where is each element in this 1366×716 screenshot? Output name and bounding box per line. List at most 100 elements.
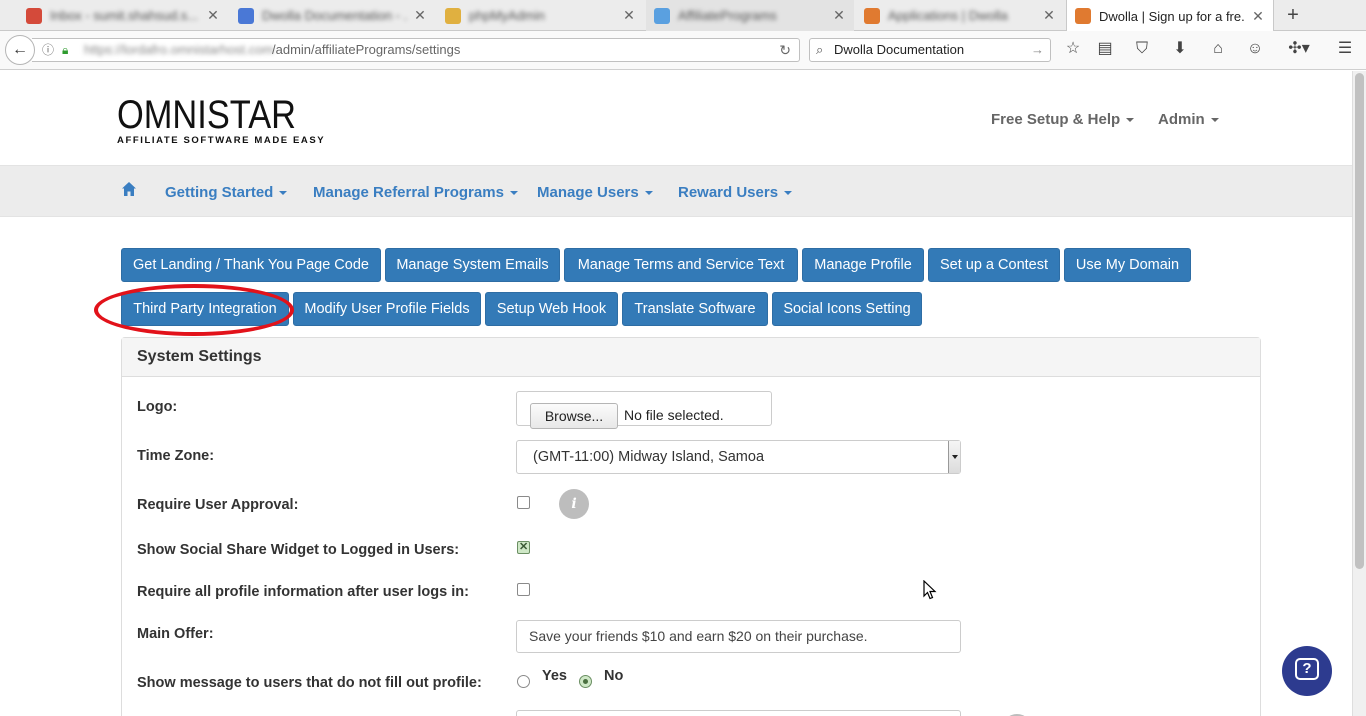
system-settings-panel: System Settings Logo: Browse... No file … [121,337,1261,716]
browser-tab-bar: Inbox - sumit.shahsud.s... ✕ Dwolla Docu… [0,0,1366,32]
social-share-widget-checkbox[interactable] [517,540,530,554]
admin-dropdown[interactable]: Admin [1158,111,1219,128]
gmail-favicon-icon [26,7,42,24]
setup-web-hook-button[interactable]: Setup Web Hook [485,292,618,326]
tab-close-icon[interactable]: ✕ [622,7,636,24]
bookmark-star-icon[interactable]: ☆ [1062,38,1084,60]
menu-label: Getting Started [165,184,274,201]
browser-tab[interactable]: phpMyAdmin ✕ [437,0,644,31]
browser-tab-active[interactable]: Dwolla | Sign up for a fre... ✕ [1066,0,1274,32]
free-setup-help-dropdown[interactable]: Free Setup & Help [991,111,1135,128]
tab-close-icon[interactable]: ✕ [1251,8,1265,25]
back-button[interactable]: ← [5,35,35,65]
browser-tab[interactable]: Applications | Dwolla ✕ [856,0,1064,31]
social-share-widget-label: Show Social Share Widget to Logged in Us… [137,542,460,558]
home-icon[interactable]: ⌂ [1207,38,1229,60]
dropdown-arrow-icon [948,441,960,473]
main-offer-input[interactable]: Save your friends $10 and earn $20 on th… [516,620,961,653]
menu-manage-referral-programs[interactable]: Manage Referral Programs [313,184,518,201]
show-message-label: Show message to users that do not fill o… [137,675,482,691]
manage-terms-button[interactable]: Manage Terms and Service Text [564,248,798,282]
logo-label: Logo: [137,399,178,415]
no-file-text: No file selected. [624,407,724,423]
manage-profile-button[interactable]: Manage Profile [802,248,924,282]
require-user-approval-label: Require User Approval: [137,497,299,513]
menu-getting-started[interactable]: Getting Started [165,184,288,201]
require-user-approval-checkbox[interactable] [517,496,530,509]
vertical-scrollbar[interactable] [1352,71,1366,716]
home-icon[interactable] [121,181,137,197]
tab-title: Dwolla Documentation - ... [262,8,407,23]
tab-title: AffiliatePrograms [678,8,777,23]
chat-icon[interactable]: ☺ [1244,38,1266,60]
reload-icon[interactable]: ↻ [779,39,791,61]
time-zone-select[interactable]: (GMT-11:00) Midway Island, Samoa [516,440,961,474]
no-label: No [604,668,624,684]
page-favicon-icon [654,7,670,24]
browse-button[interactable]: Browse... [530,403,618,429]
dwolla-favicon-icon [864,7,880,24]
require-profile-info-checkbox[interactable] [517,583,530,596]
yes-label: Yes [542,668,567,684]
search-go-icon[interactable]: → [1031,39,1044,61]
question-mark-icon: ? [1295,658,1319,680]
browser-tab[interactable]: Inbox - sumit.shahsud.s... ✕ [18,0,228,31]
manage-system-emails-button[interactable]: Manage System Emails [385,248,560,282]
tab-close-icon[interactable]: ✕ [206,7,220,24]
caret-down-icon [509,191,518,196]
time-zone-label: Time Zone: [137,448,215,464]
info-icon[interactable]: i [559,489,589,519]
url-path: /admin/affiliatePrograms/settings [272,42,461,57]
reading-list-icon[interactable]: ▤ [1094,38,1116,60]
logo-file-input[interactable]: Browse... No file selected. [516,391,772,429]
logo-wordmark: OMNISTAR [117,93,297,137]
caret-down-icon [644,191,653,196]
menu-manage-users[interactable]: Manage Users [537,184,653,201]
search-text: Dwolla Documentation [834,42,965,57]
extension-icon[interactable]: ✣▾ [1282,38,1316,60]
use-my-domain-button[interactable]: Use My Domain [1064,248,1191,282]
omnistar-logo[interactable]: OMNISTAR AFFILIATE SOFTWARE MADE EASY [117,95,325,146]
tab-close-icon[interactable]: ✕ [413,7,427,24]
require-profile-info-label: Require all profile information after us… [137,584,469,600]
show-message-yes-radio[interactable] [517,675,530,688]
dwolla-favicon-icon [1075,8,1091,24]
menu-label: Manage Users [537,184,639,201]
menu-label: Manage Referral Programs [313,184,504,201]
scrollbar-thumb[interactable] [1355,73,1364,569]
menu-label: Reward Users [678,184,779,201]
help-chat-button[interactable]: ? [1282,646,1332,696]
browser-tab[interactable]: Dwolla Documentation - ... ✕ [230,0,435,31]
pocket-icon[interactable]: ⛉ [1131,38,1153,60]
browser-tab[interactable]: AffiliatePrograms ✕ [646,0,854,31]
caret-down-icon [1126,118,1135,123]
next-setting-input[interactable] [516,710,961,716]
caret-down-icon [1210,118,1219,123]
tab-close-icon[interactable]: ✕ [1042,7,1056,24]
tab-close-icon[interactable]: ✕ [832,7,846,24]
lock-icon: 🔒︎ [62,43,69,57]
web-page: OMNISTAR AFFILIATE SOFTWARE MADE EASY Fr… [0,71,1352,716]
set-up-contest-button[interactable]: Set up a Contest [928,248,1060,282]
download-icon[interactable]: ⬇ [1169,38,1191,60]
time-zone-value: (GMT-11:00) Midway Island, Samoa [533,449,765,465]
search-bar[interactable]: ⌕ Dwolla Documentation → [809,38,1051,62]
menu-icon[interactable]: ☰ [1334,38,1356,60]
tab-title: phpMyAdmin [469,8,545,23]
caret-down-icon [279,191,288,196]
new-tab-icon[interactable]: + [1282,4,1304,26]
get-landing-page-code-button[interactable]: Get Landing / Thank You Page Code [121,248,381,282]
modify-user-profile-fields-button[interactable]: Modify User Profile Fields [293,292,481,326]
caret-down-icon [784,191,793,196]
third-party-integration-button[interactable]: Third Party Integration [121,292,289,326]
social-icons-setting-button[interactable]: Social Icons Setting [772,292,922,326]
docs-favicon-icon [238,7,254,24]
translate-software-button[interactable]: Translate Software [622,292,768,326]
url-host: https://lordafro.omnistarhost.com [84,42,274,57]
info-icon[interactable]: ⓘ [42,39,54,61]
show-message-no-radio[interactable] [579,675,592,688]
tab-title: Inbox - sumit.shahsud.s... [50,8,199,23]
url-bar[interactable]: ⓘ 🔒︎ https://lordafro.omnistarhost.com /… [32,38,800,62]
menu-reward-users[interactable]: Reward Users [678,184,793,201]
mouse-cursor-icon [923,580,937,600]
